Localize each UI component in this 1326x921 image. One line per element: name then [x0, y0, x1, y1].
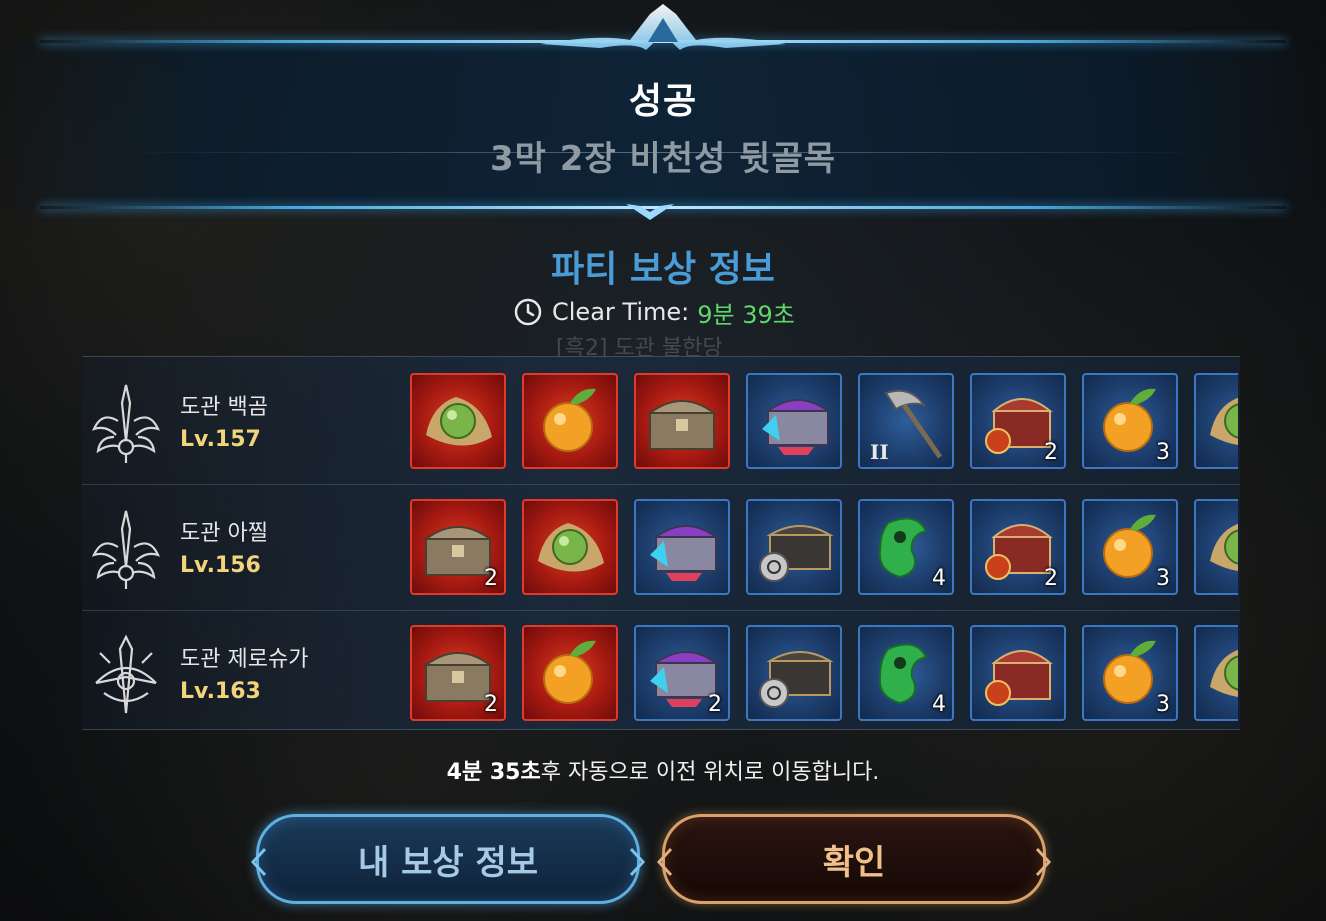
treasure-chest-icon: [646, 400, 718, 450]
reward-slot[interactable]: 3: [1082, 373, 1178, 469]
clear-time-label: Clear Time:: [552, 298, 690, 326]
auto-return-text: 후 자동으로 이전 위치로 이동합니다.: [540, 760, 880, 785]
clear-time-value: 9분 39초: [697, 300, 795, 329]
dark-coin-chest-icon: [759, 651, 834, 708]
member-name: 도관 아찔: [180, 521, 268, 546]
reward-slot[interactable]: [634, 499, 730, 595]
member-name: 도관 백곰: [180, 395, 268, 420]
dark-coin-chest-icon: [759, 525, 834, 582]
item-quantity: 3: [1156, 692, 1170, 717]
reward-slot[interactable]: 4: [858, 499, 954, 595]
member-level: Lv.157: [180, 427, 261, 452]
reward-slot[interactable]: [746, 499, 842, 595]
reward-slot[interactable]: [522, 499, 618, 595]
auto-return-countdown: 4분 35초: [446, 760, 541, 785]
green-orb-wrapped-icon: [538, 523, 604, 572]
party-reward-title: 파티 보상 정보: [551, 249, 775, 290]
reward-slot[interactable]: 2: [410, 499, 506, 595]
crossbow-crest-icon: [95, 634, 157, 714]
item-quantity: 2: [484, 566, 498, 591]
reward-items: 2 4 2 3: [410, 499, 1238, 597]
confirm-label: 확인: [822, 842, 886, 883]
reward-slot[interactable]: 2: [970, 373, 1066, 469]
item-quantity: 2: [484, 692, 498, 717]
reward-slot[interactable]: [746, 373, 842, 469]
my-reward-info-label: 내 보상 정보: [357, 842, 539, 883]
orange-fruit-icon: [543, 640, 596, 704]
green-orb-wrapped-icon: [426, 397, 492, 446]
party-reward-list: 도관 백곰 Lv.157 II 2 3 도관 아찔 Lv.156 2 4 2 3…: [82, 356, 1240, 730]
purple-crystal-chest-icon: [650, 525, 720, 581]
result-banner: [0, 40, 1326, 210]
clock-icon: [514, 298, 542, 326]
reward-slot[interactable]: [1194, 625, 1238, 721]
chevron-left-icon: [250, 847, 267, 877]
item-quantity: 2: [1044, 566, 1058, 591]
reward-slot[interactable]: 2: [410, 625, 506, 721]
reward-slot[interactable]: 4: [858, 625, 954, 721]
member-level: Lv.156: [180, 553, 261, 578]
member-name: 도관 제로슈가: [180, 647, 309, 672]
reward-slot[interactable]: [522, 625, 618, 721]
chevron-left-icon: [656, 847, 673, 877]
pickaxe-icon: II: [870, 389, 943, 464]
reward-slot[interactable]: [970, 625, 1066, 721]
green-orb-wrapped-icon: [1210, 397, 1238, 445]
crest-ornament-icon: [540, 4, 786, 50]
party-member-row: 도관 백곰 Lv.157 II 2 3: [82, 357, 1240, 483]
reward-slot[interactable]: [1194, 499, 1238, 595]
winged-blade-crest-icon: [91, 384, 161, 463]
item-quantity: 3: [1156, 440, 1170, 465]
confirm-button[interactable]: 확인: [656, 814, 1052, 904]
green-orb-wrapped-icon: [1210, 649, 1238, 697]
reward-slot[interactable]: 3: [1082, 499, 1178, 595]
green-orb-wrapped-icon: [1210, 523, 1238, 571]
reward-slot[interactable]: [522, 373, 618, 469]
item-quantity: 3: [1156, 566, 1170, 591]
reward-slot[interactable]: [1194, 373, 1238, 469]
crest-bottom-icon: [626, 204, 674, 220]
reward-slot[interactable]: [410, 373, 506, 469]
auto-return-message: 4분 35초후 자동으로 이전 위치로 이동합니다.: [0, 754, 1326, 786]
chevron-right-icon: [629, 847, 646, 877]
reward-items: 2 2 4 3: [410, 625, 1238, 723]
winged-blade-crest-icon: [91, 510, 161, 589]
party-member-row: 도관 제로슈가 Lv.163 2 2 4 3: [82, 611, 1240, 737]
orange-fruit-icon: [543, 388, 596, 452]
reward-slot[interactable]: II: [858, 373, 954, 469]
reward-slot[interactable]: 2: [970, 499, 1066, 595]
svg-text:II: II: [870, 440, 889, 464]
item-quantity: 4: [932, 692, 946, 717]
my-reward-info-button[interactable]: 내 보상 정보: [250, 814, 646, 904]
chevron-right-icon: [1035, 847, 1052, 877]
item-quantity: 2: [1044, 440, 1058, 465]
item-quantity: 2: [708, 692, 722, 717]
reward-slot[interactable]: 3: [1082, 625, 1178, 721]
reward-slot[interactable]: [634, 373, 730, 469]
purple-crystal-chest-icon: [762, 399, 832, 455]
member-level: Lv.163: [180, 679, 261, 704]
party-member-row: 도관 아찔 Lv.156 2 4 2 3: [82, 485, 1240, 611]
reward-items: II 2 3: [410, 373, 1238, 471]
reward-slot[interactable]: [746, 625, 842, 721]
item-quantity: 4: [932, 566, 946, 591]
red-ornate-chest-icon: [985, 650, 1053, 706]
result-title: 성공: [628, 81, 698, 122]
clear-time: Clear Time: 9분 39초: [514, 296, 795, 329]
stage-name: 3막 2장 비천성 뒷골목: [489, 139, 837, 179]
reward-slot[interactable]: 2: [634, 625, 730, 721]
